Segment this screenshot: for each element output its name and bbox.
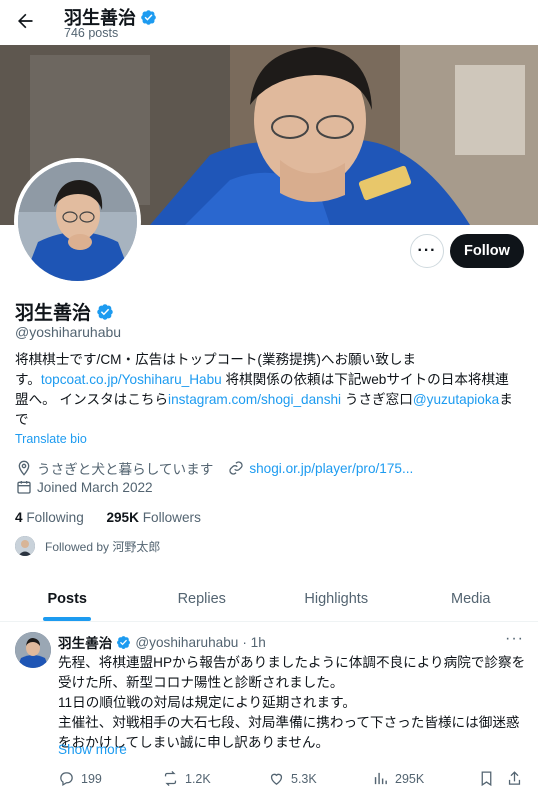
tweet-line: をおかけしてしまい誠に申し訳ありません。 — [58, 735, 330, 750]
like-button[interactable]: 5.3K — [268, 770, 317, 787]
bio-link-topcoat[interactable]: topcoat.co.jp/Yoshiharu_Habu — [41, 372, 222, 387]
share-button[interactable] — [506, 770, 523, 787]
profile-avatar[interactable] — [14, 158, 141, 285]
tweet-time[interactable]: · 1h — [242, 635, 265, 650]
bio-text: 将棋関係の依頼は下記webサイトの日本将棋連 — [221, 372, 509, 387]
bio-link-instagram[interactable]: instagram.com/shogi_danshi — [168, 392, 341, 407]
following-label: Following — [26, 510, 84, 525]
verified-badge-icon — [117, 635, 131, 649]
tweet-author-name[interactable]: 羽生善治 — [58, 632, 112, 652]
bio-text: す。 — [15, 372, 41, 387]
bookmark-button[interactable] — [478, 770, 495, 787]
bio-line: 盟へ。 インスタはこちらinstagram.com/shogi_danshi う… — [15, 390, 527, 410]
calendar-icon — [15, 478, 33, 496]
bio-link-mention[interactable]: @yuzutapioka — [413, 392, 499, 407]
tab-posts[interactable]: Posts — [0, 576, 135, 621]
follow-counts: 4 Following 295K Followers — [15, 510, 201, 525]
share-icon — [508, 771, 521, 785]
followers-count: 295K — [106, 510, 139, 525]
tweet-text: 先程、将棋連盟HPから報告がありましたように体調不良により病院で診察を 受けた所… — [58, 653, 528, 753]
repost-icon — [164, 770, 177, 787]
followers-label: Followers — [142, 510, 201, 525]
reply-icon — [60, 772, 73, 787]
profile-meta-row: うさぎと犬と暮らしています shogi.or.jp/player/pro/175… — [15, 458, 413, 478]
profile-tabs: Posts Replies Highlights Media — [0, 576, 538, 622]
follower-avatar — [15, 536, 35, 556]
views-icon — [374, 772, 387, 785]
profile-bio: 将棋棋士です/CM・広告はトップコート(業務提携)へお願い致しま す。topco… — [15, 350, 527, 430]
show-more-link[interactable]: Show more — [58, 742, 127, 757]
bio-line: で — [15, 412, 29, 427]
tweet-author-handle[interactable]: @yoshiharuhabu — [135, 635, 238, 650]
verified-badge-icon — [97, 303, 113, 320]
bio-text: 盟へ。 インスタはこちら — [15, 392, 169, 407]
tweet-more-icon[interactable]: ··· — [505, 630, 524, 648]
repost-button[interactable]: 1.2K — [162, 770, 211, 787]
profile-location: うさぎと犬と暮らしています — [37, 462, 214, 477]
follow-button[interactable]: Follow — [450, 234, 524, 268]
views-count: 295K — [395, 771, 425, 786]
translate-bio-link[interactable]: Translate bio — [15, 432, 87, 446]
profile-joined-row: Joined March 2022 — [15, 478, 153, 496]
followers-link[interactable]: 295K Followers — [106, 510, 200, 525]
tab-replies[interactable]: Replies — [135, 576, 270, 621]
views-button[interactable]: 295K — [372, 770, 424, 787]
following-link[interactable]: 4 Following — [15, 510, 84, 525]
followed-by[interactable]: Followed by 河野太郎 — [15, 536, 160, 556]
tweet[interactable]: 羽生善治 @yoshiharuhabu · 1h ··· 先程、将棋連盟HPから… — [0, 622, 538, 802]
profile-name: 羽生善治 — [15, 298, 114, 325]
bio-line: 将棋棋士です/CM・広告はトップコート(業務提携)へお願い致しま — [15, 352, 417, 367]
tab-media[interactable]: Media — [404, 576, 538, 621]
tab-highlights[interactable]: Highlights — [269, 576, 404, 621]
profile-joined: Joined March 2022 — [37, 479, 153, 495]
location-pin-icon — [15, 459, 33, 477]
tweet-avatar[interactable] — [15, 632, 51, 668]
bio-text: ま — [499, 392, 513, 407]
reply-button[interactable]: 199 — [58, 770, 102, 787]
profile-website-link[interactable]: shogi.or.jp/player/pro/175... — [249, 461, 413, 476]
like-count: 5.3K — [291, 771, 317, 786]
bio-line: す。topcoat.co.jp/Yoshiharu_Habu 将棋関係の依頼は下… — [15, 370, 527, 390]
post-count: 746 posts — [64, 26, 119, 40]
tweet-line: 主催社、対戦相手の大石七段、対局準備に携わって下さった皆様には御迷惑 — [58, 715, 520, 730]
link-icon — [227, 459, 245, 477]
tweet-line: 受けた所、新型コロナ陽性と診断されました。 — [58, 675, 344, 690]
bio-text: うさぎ窓口 — [341, 392, 413, 407]
heart-icon — [270, 773, 283, 785]
tweet-line: 11日の順位戦の対局は規定により延期されます。 — [58, 695, 356, 710]
verified-badge-icon — [141, 9, 156, 25]
bookmark-icon — [481, 771, 492, 787]
following-count: 4 — [15, 510, 23, 525]
more-options-button[interactable]: ··· — [410, 234, 444, 268]
back-arrow-icon[interactable] — [12, 8, 38, 34]
top-bar: 羽生善治 746 posts — [0, 0, 538, 45]
repost-count: 1.2K — [185, 771, 211, 786]
followed-by-text: Followed by 河野太郎 — [45, 539, 161, 554]
reply-count: 199 — [81, 771, 102, 786]
profile-handle: @yoshiharuhabu — [15, 324, 122, 340]
profile-name-text: 羽生善治 — [15, 303, 92, 324]
tweet-actions: 199 1.2K 5.3K 295K — [58, 770, 528, 790]
tweet-header: 羽生善治 @yoshiharuhabu · 1h — [58, 632, 266, 652]
tweet-line: 先程、将棋連盟HPから報告がありましたように体調不良により病院で診察を — [58, 655, 526, 670]
